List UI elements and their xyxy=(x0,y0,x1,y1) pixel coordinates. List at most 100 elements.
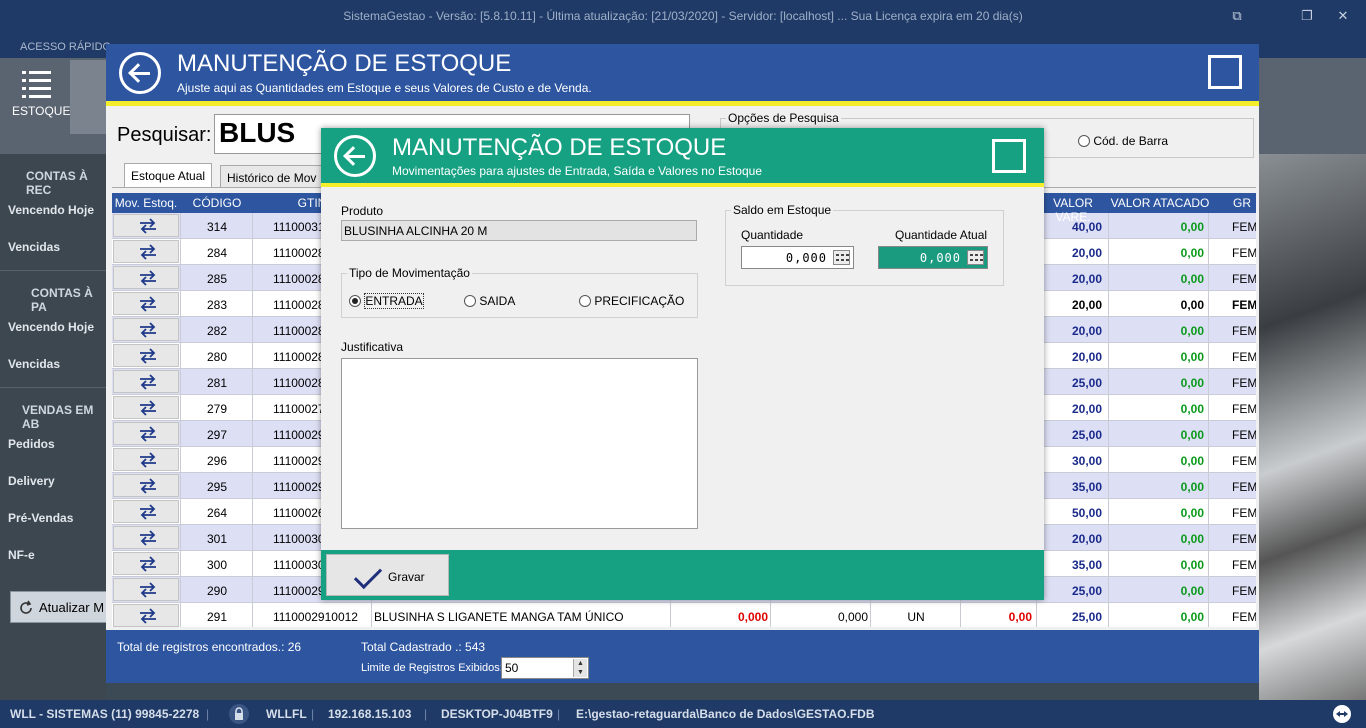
back-arrow-icon[interactable] xyxy=(119,52,161,94)
sidebar-item-nfe[interactable]: NF-e xyxy=(8,548,35,562)
cell-grupo: FEM xyxy=(1232,558,1256,572)
cell-valor-varejo: 25,00 xyxy=(1071,428,1102,442)
cell-qtd: 0,000 xyxy=(737,610,768,624)
sidebar-item-overdue-receivable[interactable]: Vencidas xyxy=(8,240,60,254)
cell-valor-atacado: 0,00 xyxy=(1180,272,1204,286)
radio-precificacao-dot[interactable] xyxy=(579,295,591,307)
sidebar-item-overdue-payable[interactable]: Vencidas xyxy=(8,357,60,371)
status-db-path: E:\gestao-retaguarda\Banco de Dados\GEST… xyxy=(576,707,875,721)
swap-arrows-icon xyxy=(140,582,156,598)
option-barcode[interactable]: Cód. de Barra xyxy=(1078,134,1168,148)
qty-input[interactable]: 0,000 xyxy=(741,246,854,269)
move-stock-button[interactable] xyxy=(113,240,179,263)
swap-arrows-icon xyxy=(140,296,156,312)
swap-arrows-icon xyxy=(140,218,156,234)
cell-grupo: FEM xyxy=(1232,428,1256,442)
move-stock-button[interactable] xyxy=(113,474,179,497)
calculator-icon[interactable] xyxy=(833,250,850,265)
restore-icon[interactable]: ⧉ xyxy=(1227,8,1247,24)
current-qty-field: 0,000 xyxy=(878,246,988,269)
radio-entrada-dot[interactable] xyxy=(349,295,361,307)
cell-gtin: 11100028 xyxy=(273,272,325,286)
ribbon-estoque-label[interactable]: ESTOQUE xyxy=(12,104,70,118)
swap-arrows-icon xyxy=(140,530,156,546)
cell-valor-atacado: 0,00 xyxy=(1180,558,1204,572)
cell-valor-atacado: 0,00 xyxy=(1180,324,1204,338)
cell-valor-atacado: 0,00 xyxy=(1180,480,1204,494)
outer-accent-bar xyxy=(106,101,1259,106)
sidebar-item-pre-sales[interactable]: Pré-Vendas xyxy=(8,511,73,525)
move-stock-button[interactable] xyxy=(113,578,179,601)
cell-valor: 0,00 xyxy=(1008,610,1032,624)
tab-movement-history[interactable]: Histórico de Mov xyxy=(220,165,324,187)
cell-valor-atacado: 0,00 xyxy=(1180,350,1204,364)
justification-label: Justificativa xyxy=(341,340,404,354)
maximize-icon[interactable] xyxy=(1208,55,1242,89)
refresh-button[interactable]: Atualizar M xyxy=(10,591,110,623)
cell-grupo: FEM xyxy=(1232,532,1256,546)
move-stock-button[interactable] xyxy=(113,396,179,419)
justification-textarea[interactable] xyxy=(341,358,698,529)
col-valor-varejo[interactable]: VALOR VARE. xyxy=(1038,196,1108,224)
close-icon[interactable]: ✕ xyxy=(1333,8,1353,24)
move-stock-button[interactable] xyxy=(113,552,179,575)
cell-grupo: FEM xyxy=(1232,402,1256,416)
move-stock-button[interactable] xyxy=(113,292,179,315)
cell-valor-varejo: 20,00 xyxy=(1071,324,1102,338)
ribbon-active-item[interactable] xyxy=(70,60,110,134)
cell-valor-varejo: 35,00 xyxy=(1071,480,1102,494)
cell-grupo: FEM xyxy=(1232,506,1256,520)
col-grupo[interactable]: GR xyxy=(1212,196,1256,210)
radio-saida-dot[interactable] xyxy=(464,295,476,307)
swap-arrows-icon xyxy=(140,478,156,494)
move-stock-button[interactable] xyxy=(113,422,179,445)
cell-valor-varejo: 50,00 xyxy=(1071,506,1102,520)
back-arrow-icon[interactable] xyxy=(334,135,376,177)
radio-saida[interactable]: SAIDA xyxy=(464,294,515,308)
sidebar-item-due-today-payable[interactable]: Vencendo Hoje xyxy=(8,320,94,334)
status-company: WLL - SISTEMAS (11) 99845-2278 xyxy=(10,707,200,721)
cell-grupo: FEM xyxy=(1232,584,1256,598)
cell-valor-atacado: 0,00 xyxy=(1180,376,1204,390)
table-row[interactable]: 291 1110002910012 BLUSINHA S LIGANETE MANG… xyxy=(112,603,1256,627)
outer-header: MANUTENÇÃO DE ESTOQUE Ajuste aqui as Qua… xyxy=(106,44,1259,101)
sidebar-item-due-today-receivable[interactable]: Vencendo Hoje xyxy=(8,203,94,217)
radio-entrada[interactable]: ENTRADA xyxy=(349,293,424,309)
move-stock-button[interactable] xyxy=(113,526,179,549)
move-stock-button[interactable] xyxy=(113,448,179,471)
cell-gtin: 11100028 xyxy=(273,324,325,338)
cell-valor-atacado: 0,00 xyxy=(1180,532,1204,546)
lock-icon xyxy=(229,704,249,724)
move-stock-button[interactable] xyxy=(113,266,179,289)
movement-modal: MANUTENÇÃO DE ESTOQUE Movimentações para… xyxy=(321,128,1044,600)
cell-valor-atacado: 0,00 xyxy=(1180,220,1204,234)
radio-barcode[interactable] xyxy=(1078,135,1090,147)
move-stock-button[interactable] xyxy=(113,214,179,237)
maximize-icon[interactable] xyxy=(992,139,1026,173)
menu-acesso-rapido[interactable]: ACESSO RÁPIDO xyxy=(20,41,111,53)
window-icon[interactable]: ❐ xyxy=(1297,8,1317,24)
limit-input[interactable]: 50 ▲ ▼ xyxy=(501,657,589,679)
modal-footer: Gravar xyxy=(321,550,1044,600)
radio-precificacao[interactable]: PRECIFICAÇÃO xyxy=(579,294,684,308)
tab-current-stock[interactable]: Estoque Atual xyxy=(124,163,213,188)
cell-gtin: 11100029 xyxy=(273,454,325,468)
move-stock-button[interactable] xyxy=(113,318,179,341)
col-codigo[interactable]: CÓDIGO xyxy=(182,196,252,210)
sidebar-item-orders[interactable]: Pedidos xyxy=(8,437,55,451)
move-stock-button[interactable] xyxy=(113,370,179,393)
save-button[interactable]: Gravar xyxy=(326,554,449,596)
col-mov[interactable]: Mov. Estoq. xyxy=(112,196,180,210)
move-stock-button[interactable] xyxy=(113,500,179,523)
col-valor-atacado[interactable]: VALOR ATACADO xyxy=(1110,196,1210,210)
limit-spinner[interactable]: ▲ ▼ xyxy=(573,659,587,677)
teamviewer-icon[interactable] xyxy=(1332,704,1352,724)
move-stock-button[interactable] xyxy=(113,344,179,367)
cell-valor-varejo: 25,00 xyxy=(1071,610,1102,624)
sidebar-divider xyxy=(0,270,106,271)
calculator-icon[interactable] xyxy=(967,250,984,265)
sidebar-item-delivery[interactable]: Delivery xyxy=(8,474,55,488)
total-registered: Total Cadastrado .: 543 xyxy=(361,640,486,654)
stock-list-icon[interactable] xyxy=(20,68,54,100)
move-stock-button[interactable] xyxy=(113,604,179,627)
